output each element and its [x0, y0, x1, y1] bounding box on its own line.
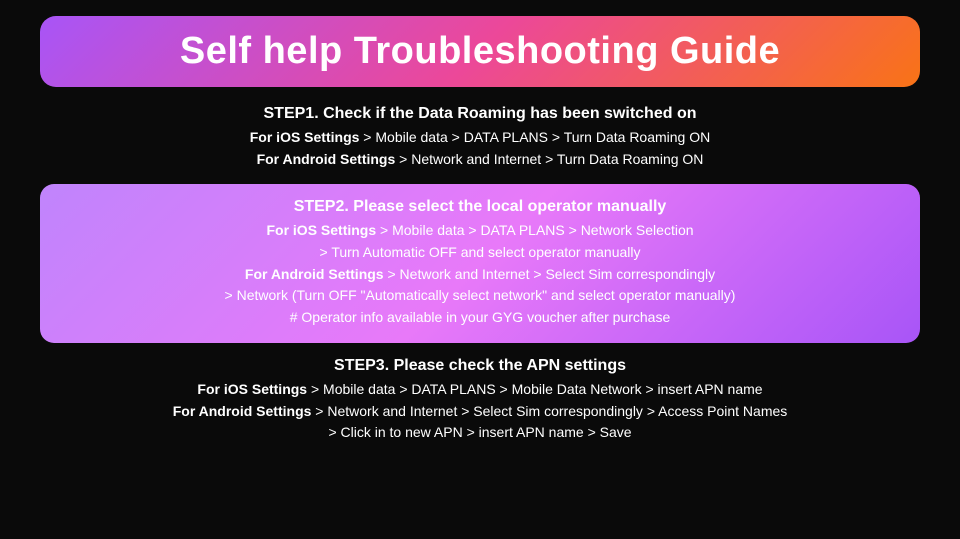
step-block-1: STEP1. Check if the Data Roaming has bee…	[40, 105, 920, 170]
step3-line-3: > Click in to new APN > insert APN name …	[40, 422, 920, 444]
step2-line-3-bold: For Android Settings	[245, 266, 384, 282]
step2-line-1: For iOS Settings > Mobile data > DATA PL…	[64, 220, 896, 242]
step-block-2: STEP2. Please select the local operator …	[40, 184, 920, 342]
step2-line-1-bold: For iOS Settings	[266, 222, 376, 238]
step1-line-1-bold: For iOS Settings	[250, 129, 360, 145]
step3-line-2: For Android Settings > Network and Inter…	[40, 401, 920, 423]
step2-line-4: > Network (Turn OFF "Automatically selec…	[64, 285, 896, 307]
step2-line-3: For Android Settings > Network and Inter…	[64, 264, 896, 286]
step2-title: STEP2. Please select the local operator …	[64, 198, 896, 216]
step1-line-2-bold: For Android Settings	[257, 151, 396, 167]
step1-line-1: For iOS Settings > Mobile data > DATA PL…	[40, 127, 920, 149]
step1-line-2: For Android Settings > Network and Inter…	[40, 149, 920, 171]
page-title: Self help Troubleshooting Guide	[180, 30, 780, 72]
step2-line-5: # Operator info available in your GYG vo…	[64, 307, 896, 329]
step3-title: STEP3. Please check the APN settings	[40, 357, 920, 375]
step3-line-1: For iOS Settings > Mobile data > DATA PL…	[40, 379, 920, 401]
title-banner: Self help Troubleshooting Guide	[40, 16, 920, 87]
step1-title: STEP1. Check if the Data Roaming has bee…	[40, 105, 920, 123]
step2-line-2: > Turn Automatic OFF and select operator…	[64, 242, 896, 264]
step3-line-2-bold: For Android Settings	[173, 403, 312, 419]
step3-line-1-bold: For iOS Settings	[197, 381, 307, 397]
step-block-3: STEP3. Please check the APN settings For …	[40, 357, 920, 444]
